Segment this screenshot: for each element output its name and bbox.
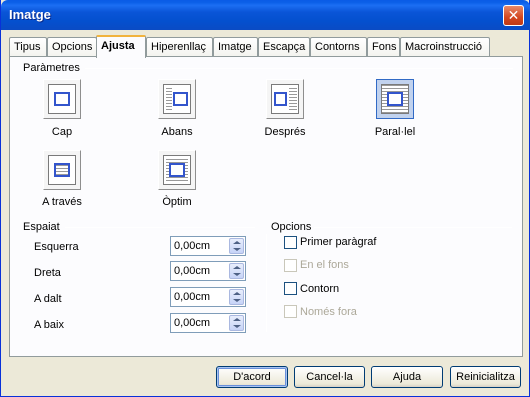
spacing-left-label: Esquerra <box>34 241 79 253</box>
wrap-after-button[interactable] <box>266 79 304 119</box>
spacing-right-label: Dreta <box>34 267 61 279</box>
wrap-after-icon <box>271 84 299 114</box>
wrap-optimal-label: Òptim <box>162 196 192 208</box>
tab-fons[interactable]: Fons <box>367 37 400 57</box>
reset-button[interactable]: Reinicialitza <box>450 366 521 388</box>
close-icon: ✕ <box>507 7 520 23</box>
wrap-before-label: Abans <box>161 126 193 138</box>
primer-paragraf-checkbox[interactable] <box>284 236 297 249</box>
opcions-title: Opcions <box>271 221 312 233</box>
spacing-top-label: A dalt <box>34 293 62 305</box>
wrap-before-icon <box>163 84 191 114</box>
parametres-divider <box>85 68 513 69</box>
wrap-optimal-button[interactable] <box>158 150 196 190</box>
espaiat-title: Espaiat <box>23 221 60 233</box>
parametres-title: Paràmetres <box>23 62 80 74</box>
title-bar[interactable]: Imatge ✕ <box>1 0 530 30</box>
espaiat-divider <box>65 227 255 228</box>
spacing-right-field[interactable]: 0,00cm <box>170 261 246 281</box>
opcions-divider <box>314 227 512 228</box>
spin-arrows-icon[interactable] <box>229 238 244 254</box>
wrap-parallel-label: Paral·lel <box>374 126 416 138</box>
tab-macroinstruccio[interactable]: Macroinstrucció <box>400 37 490 57</box>
ok-button[interactable]: D'acord <box>216 366 288 388</box>
spin-arrows-icon[interactable] <box>229 289 244 305</box>
wrap-before-button[interactable] <box>158 79 196 119</box>
primer-paragraf-label: Primer paràgraf <box>300 236 377 248</box>
tab-escapca[interactable]: Escapça <box>258 37 310 57</box>
contorn-checkbox[interactable] <box>284 282 297 295</box>
wrap-none-icon <box>48 84 76 114</box>
wrap-through-icon <box>48 155 76 185</box>
spin-arrows-icon[interactable] <box>229 315 244 331</box>
wrap-parallel-icon <box>381 84 409 114</box>
tab-hiperenllac[interactable]: Hiperenllaç <box>146 37 213 57</box>
wrap-through-label: A través <box>42 196 82 208</box>
tab-ajusta[interactable]: Ajusta <box>96 35 146 58</box>
nomes-fora-checkbox[interactable] <box>284 305 297 318</box>
image-dialog: Imatge ✕ Tipus Opcions Ajusta Hiperenlla… <box>0 0 530 397</box>
tab-contorns[interactable]: Contorns <box>310 37 367 57</box>
help-button[interactable]: Ajuda <box>371 366 443 388</box>
tab-tipus[interactable]: Tipus <box>9 37 47 57</box>
contorn-label: Contorn <box>300 283 340 295</box>
en-el-fons-label: En el fons <box>300 259 349 271</box>
tab-imatge[interactable]: Imatge <box>213 37 258 57</box>
spin-arrows-icon[interactable] <box>229 263 244 279</box>
nomes-fora-label: Només fora <box>300 306 357 318</box>
opcions-vertical-divider <box>266 234 267 332</box>
wrap-parallel-button[interactable] <box>376 79 414 119</box>
close-button[interactable]: ✕ <box>503 5 524 26</box>
spacing-bottom-field[interactable]: 0,00cm <box>170 313 246 333</box>
spacing-top-field[interactable]: 0,00cm <box>170 287 246 307</box>
tab-opcions[interactable]: Opcions <box>47 37 97 57</box>
wrap-after-label: Després <box>264 126 306 138</box>
wrap-none-label: Cap <box>51 126 73 138</box>
wrap-none-button[interactable] <box>43 79 81 119</box>
spacing-left-field[interactable]: 0,00cm <box>170 236 246 256</box>
cancel-button[interactable]: Cancel·la <box>294 366 365 388</box>
window-title: Imatge <box>9 7 51 22</box>
en-el-fons-checkbox[interactable] <box>284 259 297 272</box>
spacing-bottom-label: A baix <box>34 319 64 331</box>
wrap-optimal-icon <box>163 155 191 185</box>
wrap-through-button[interactable] <box>43 150 81 190</box>
